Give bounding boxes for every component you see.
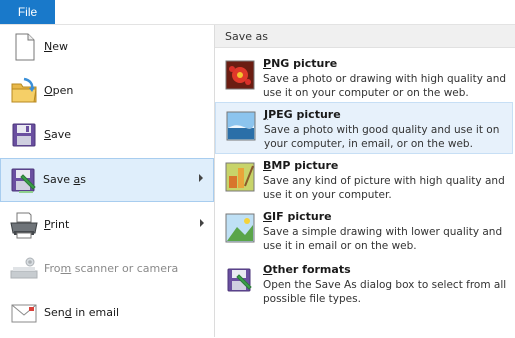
png-picture-icon: [225, 60, 255, 90]
save-option-gif[interactable]: GIF picture Save a simple drawing with l…: [215, 205, 515, 255]
gif-picture-icon: [225, 213, 255, 243]
menu-item-new[interactable]: New: [2, 26, 214, 68]
submenu-header: Save as: [215, 25, 515, 48]
blank-document-icon: [15, 33, 35, 61]
menu-item-send-in-email[interactable]: Send in email: [2, 292, 214, 334]
save-as-icon: [11, 168, 36, 193]
menu-item-label: New: [44, 40, 68, 53]
folder-icon: [11, 77, 37, 103]
ribbon-topbar: File: [0, 0, 515, 24]
submenu-header-label: Save as: [225, 30, 268, 43]
save-option-png[interactable]: PNG picture Save a photo or drawing with…: [215, 52, 515, 102]
file-menu: New Open Save Save as Print From scanner…: [0, 24, 515, 337]
menu-item-label: Open: [44, 84, 74, 97]
option-title: PNG picture: [263, 57, 338, 70]
menu-item-from-scanner: From scanner or camera: [2, 248, 214, 290]
bmp-picture-icon: [225, 162, 255, 192]
menu-item-open[interactable]: Open: [2, 70, 214, 112]
save-option-jpeg[interactable]: JPEG picture Save a photo with good qual…: [215, 102, 513, 154]
menu-item-print[interactable]: Print: [2, 204, 214, 246]
submenu-arrow-icon: [199, 174, 203, 182]
menu-item-save-as[interactable]: Save as: [0, 158, 214, 202]
printer-icon: [10, 212, 38, 239]
save-option-other-formats[interactable]: Other formats Open the Save As dialog bo…: [215, 258, 515, 308]
menu-item-label: Save: [44, 128, 72, 141]
save-as-submenu: Save as PNG picture Save a photo or draw…: [215, 25, 515, 337]
menu-item-label: From scanner or camera: [44, 262, 179, 275]
option-title: Other formats: [263, 263, 351, 276]
scanner-camera-icon: [10, 257, 38, 279]
menu-item-label: Print: [44, 218, 70, 231]
option-description: Save a photo or drawing with high qualit…: [263, 73, 507, 99]
file-menu-commands: New Open Save Save as Print From scanner…: [0, 26, 214, 338]
menu-item-label: Save as: [43, 173, 86, 186]
option-description: Save a simple drawing with lower quality…: [263, 226, 503, 252]
other-formats-icon: [227, 268, 252, 292]
menu-item-label: Send in email: [44, 306, 120, 319]
submenu-arrow-icon: [200, 219, 204, 227]
floppy-disk-icon: [12, 123, 36, 147]
save-option-bmp[interactable]: BMP picture Save any kind of picture wit…: [215, 154, 515, 204]
option-description: Save any kind of picture with high quali…: [263, 175, 505, 201]
email-icon: [11, 304, 37, 323]
jpeg-picture-icon: [226, 111, 256, 141]
menu-item-save[interactable]: Save: [2, 114, 214, 156]
file-tab[interactable]: File: [0, 0, 55, 24]
option-description: Save a photo with good quality and use i…: [264, 124, 500, 150]
option-description: Open the Save As dialog box to select fr…: [263, 279, 507, 305]
option-title: GIF picture: [263, 210, 332, 223]
option-title: JPEG picture: [264, 108, 341, 121]
option-title: BMP picture: [263, 159, 339, 172]
